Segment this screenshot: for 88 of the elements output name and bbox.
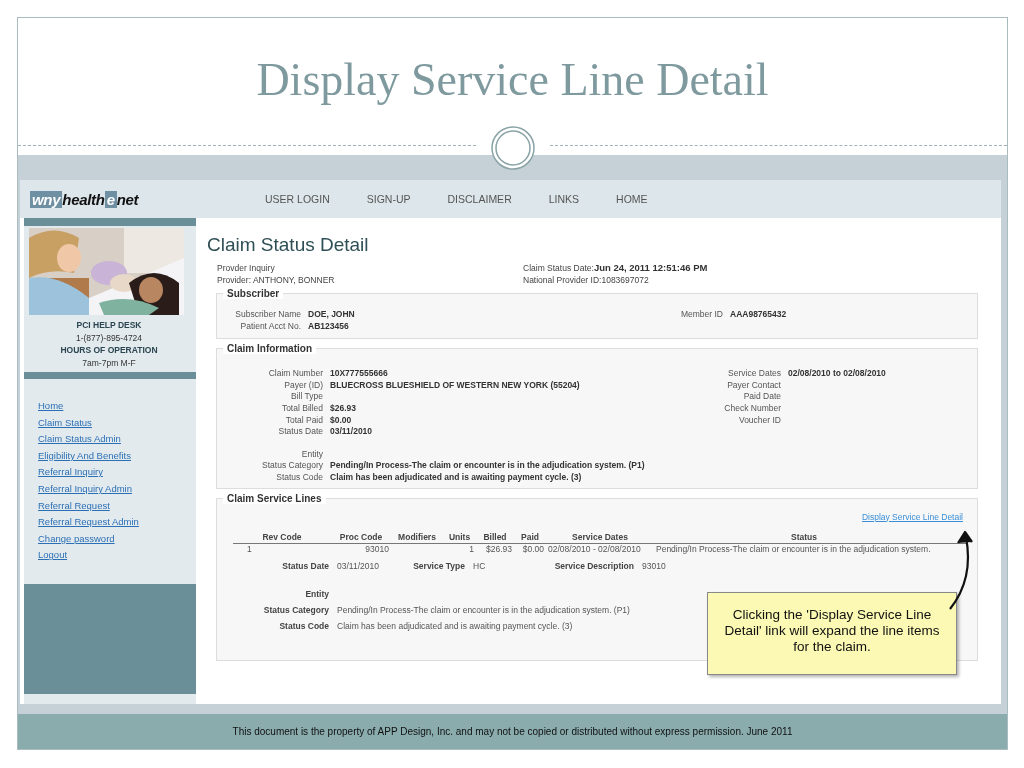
- field-label: Entity: [305, 588, 329, 599]
- field-label: Status Category: [263, 604, 329, 615]
- section-legend: Subscriber: [223, 288, 284, 299]
- field-label: National Provider ID:: [523, 275, 602, 285]
- field-label: Total Paid: [284, 414, 323, 427]
- field-label: Service Description: [554, 560, 634, 571]
- field-label: Status Date: [282, 560, 329, 571]
- table-header: Rev Code: [261, 531, 303, 544]
- table-cell: 93010: [365, 544, 389, 555]
- field-label: Voucher ID: [737, 414, 781, 427]
- sidebar-link[interactable]: Home: [38, 399, 64, 413]
- table-header: Modifiers: [397, 531, 437, 544]
- field-value: Pending/In Process-The claim or encounter is in the adjudication system. (P1): [337, 603, 630, 617]
- help-desk-text: 7am-7pm M-F: [81, 356, 137, 369]
- callout-note: Clicking the 'Display Service Line Detail' link will expand the line items for the claim.: [707, 591, 957, 675]
- sidebar-link[interactable]: Referral Request Admin: [38, 515, 139, 530]
- field-value: 03/11/2010: [337, 560, 379, 571]
- field-value: Jun 24, 2011 12:51:46 PM: [593, 262, 708, 273]
- field-label: Status Code: [275, 471, 323, 484]
- field-value: Pending/In Process-The claim or encounter is in the adjudication system. (P1): [330, 460, 645, 472]
- site-logo: wnyhealthenet: [30, 190, 140, 208]
- field-value: AAA98765432: [730, 309, 787, 321]
- help-desk-text: 1-(877)-895-4724: [74, 331, 144, 344]
- field-label: Claim Number: [267, 368, 323, 380]
- field-label: Payer Contact: [726, 379, 781, 392]
- table-cell: Pending/In Process-The claim or encounter is in the adjudication system.: [656, 544, 931, 555]
- field-label: Patient Acct No.: [239, 320, 301, 333]
- sidebar-link[interactable]: Referral Inquiry: [38, 465, 103, 480]
- table-header: Service Dates: [571, 531, 629, 544]
- field-value: 1083697072: [601, 275, 649, 285]
- sidebar-link[interactable]: Referral Request: [38, 498, 110, 513]
- sidebar-link[interactable]: Claim Status: [38, 415, 92, 430]
- nav-link[interactable]: DISCLAIMER: [447, 193, 512, 205]
- nav-link[interactable]: LINKS: [548, 193, 580, 205]
- field-value: 93010: [642, 560, 666, 571]
- table-cell: $0.00: [522, 544, 544, 555]
- table-cell: 1: [247, 544, 252, 555]
- page-title: Claim Status Detail: [207, 233, 370, 257]
- field-label: Service Type: [413, 560, 465, 571]
- field-value: DOE, JOHN: [308, 309, 355, 321]
- field-value: 03/11/2010: [330, 426, 373, 438]
- nav-link[interactable]: HOME: [616, 193, 648, 205]
- field-label: Status Category: [261, 460, 323, 472]
- field-value: Claim has been adjudicated and is awaiting payment cycle. (3): [330, 471, 582, 484]
- table-cell: $26.93: [486, 544, 512, 555]
- field-label: Status Code: [279, 620, 329, 631]
- slide-title: Display Service Line Detail: [256, 54, 769, 106]
- field-label: Entity: [300, 448, 323, 461]
- field-label: Claim Status Date:: [523, 263, 594, 273]
- nav-link[interactable]: SIGN-UP: [366, 193, 411, 205]
- sidebar-link[interactable]: Eligibility And Benefits: [38, 448, 131, 463]
- field-value: 10X777555666: [330, 368, 388, 380]
- provider-info-text: Provder Inquiry: [217, 262, 276, 274]
- field-label: Check Number: [723, 402, 781, 415]
- field-value: BLUECROSS BLUESHIELD OF WESTERN NEW YORK (55204): [330, 379, 580, 392]
- sidebar-link[interactable]: Logout: [38, 548, 68, 563]
- field-value: 02/08/2010 to 02/08/2010: [788, 368, 886, 380]
- table-cell: 02/08/2010 - 02/08/2010: [548, 544, 641, 555]
- field-label: Payer (ID): [283, 379, 323, 392]
- table-header: Billed: [482, 531, 508, 544]
- sidebar-link[interactable]: Change password: [38, 531, 115, 546]
- help-desk-text: PCI HELP DESK: [75, 319, 143, 332]
- section-legend: Claim Information: [223, 343, 316, 355]
- table-header: Proc Code: [338, 531, 384, 544]
- slide-footer: This document is the property of APP Design, Inc. and may not be copied or distributed without express permission. June 2011: [232, 726, 793, 738]
- field-label: Member ID: [679, 309, 723, 321]
- table-header: Units: [447, 531, 472, 544]
- sidebar-link[interactable]: Referral Inquiry Admin: [38, 481, 132, 496]
- sidebar-link[interactable]: Claim Status Admin: [38, 432, 121, 447]
- field-label: Service Dates: [727, 368, 781, 380]
- field-value: $26.93: [330, 402, 356, 415]
- field-label: Subscriber Name: [234, 309, 301, 321]
- table-header: Paid: [520, 531, 540, 544]
- provider-info-text: Provider: ANTHONY, BONNER: [217, 274, 336, 286]
- field-value: AB123456: [308, 320, 349, 333]
- table-cell: 1: [469, 544, 474, 555]
- display-detail-link[interactable]: Display Service Line Detail: [861, 511, 963, 532]
- field-value: $0.00: [330, 414, 352, 427]
- field-value: HC: [473, 560, 486, 571]
- field-label: Paid Date: [742, 391, 781, 403]
- help-desk-text: HOURS OF OPERATION: [59, 344, 159, 357]
- field-label: Status Date: [277, 426, 323, 438]
- table-header: Status: [790, 531, 818, 544]
- section-legend: Claim Service Lines: [223, 492, 326, 504]
- nav-link[interactable]: USER LOGIN: [265, 193, 330, 205]
- field-value: Claim has been adjudicated and is awaiting payment cycle. (3): [337, 619, 573, 633]
- field-label: Total Billed: [280, 402, 323, 415]
- field-label: Bill Type: [290, 391, 323, 403]
